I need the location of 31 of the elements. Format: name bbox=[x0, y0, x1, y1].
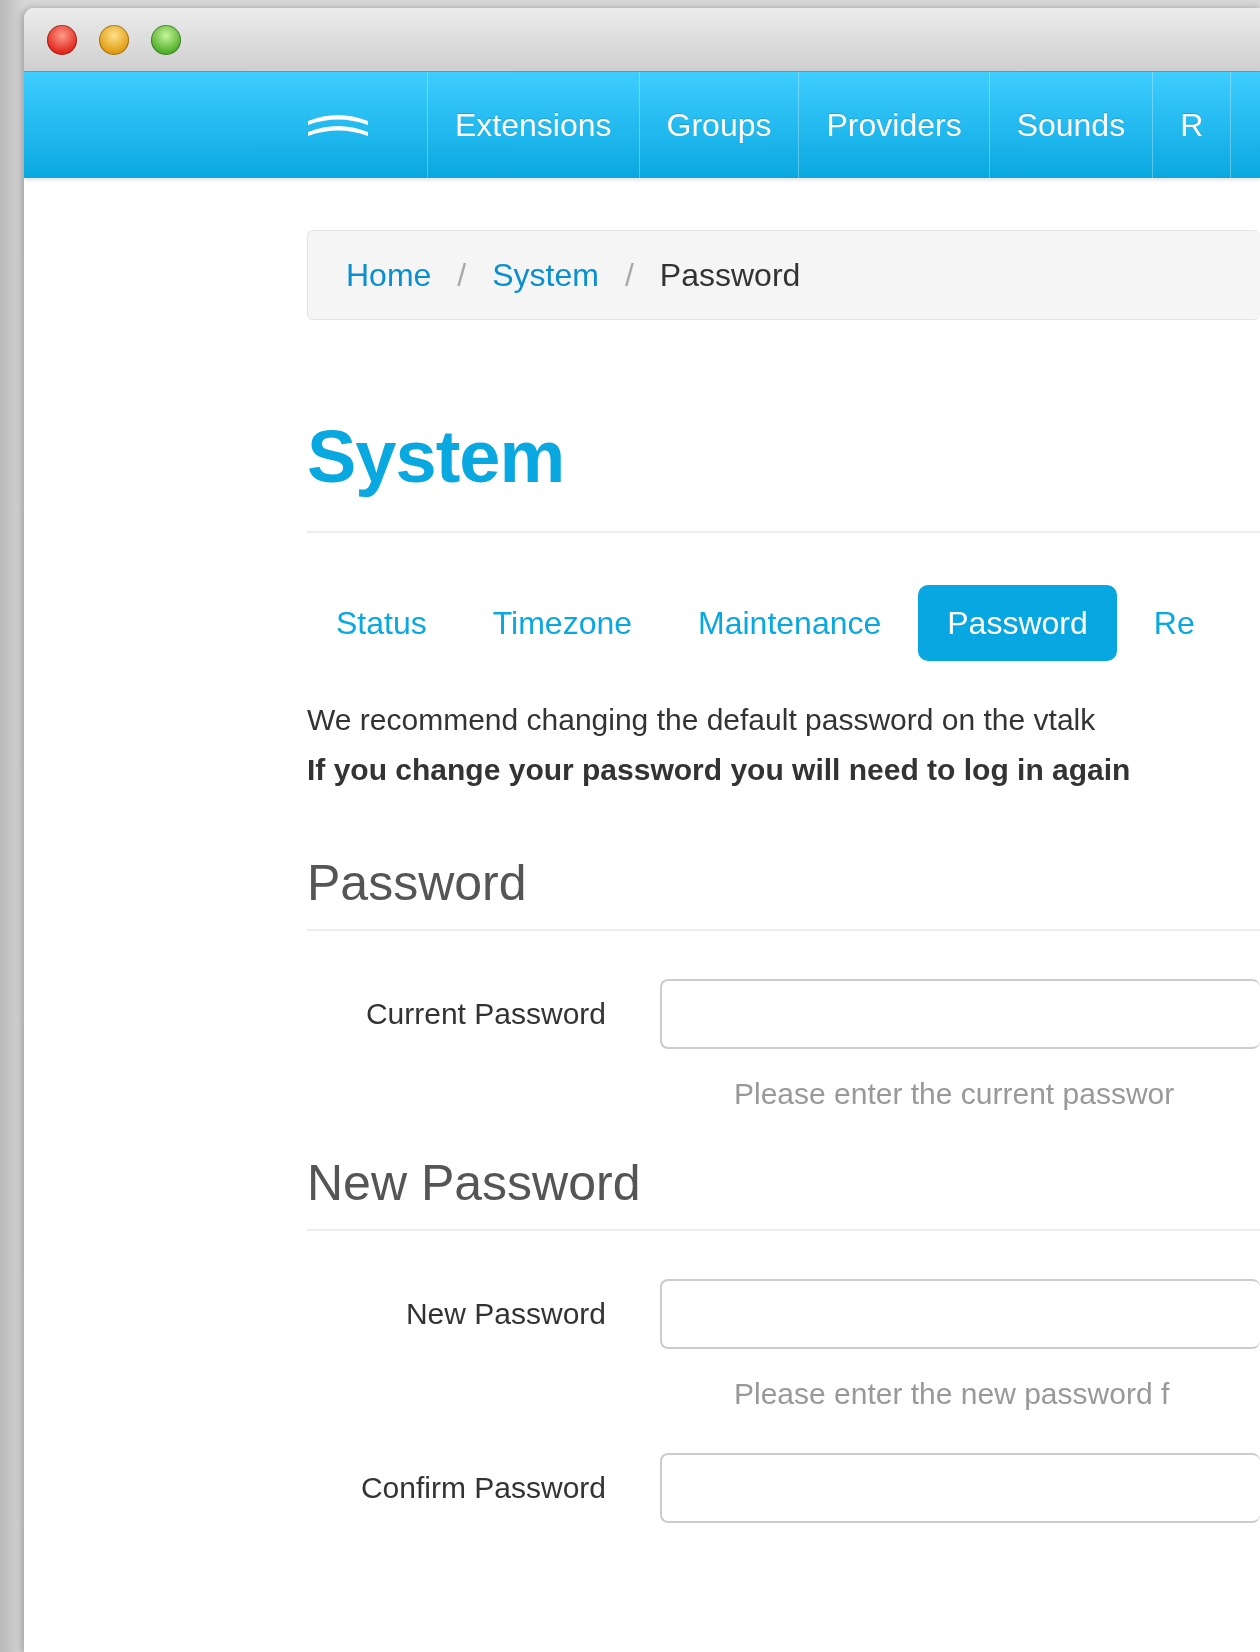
nav-link[interactable]: R bbox=[1153, 72, 1232, 178]
zoom-button[interactable] bbox=[151, 24, 181, 55]
breadcrumb-separator: / bbox=[457, 256, 467, 294]
breadcrumb-link[interactable]: System bbox=[492, 256, 599, 294]
close-button[interactable] bbox=[47, 24, 77, 55]
password-field[interactable] bbox=[660, 1453, 1260, 1524]
intro-text: If you change your password you will need to log in again bbox=[307, 752, 1132, 789]
nav-link[interactable]: Providers bbox=[799, 72, 990, 178]
nav-link[interactable]: Groups bbox=[639, 72, 800, 178]
tab[interactable]: Timezone bbox=[463, 585, 662, 662]
password-field[interactable] bbox=[660, 979, 1260, 1050]
tab[interactable]: Password bbox=[918, 585, 1117, 662]
field-label: Confirm Password bbox=[359, 1471, 606, 1506]
field-label: Current Password bbox=[364, 997, 606, 1032]
breadcrumb-separator: / bbox=[624, 256, 634, 294]
tab[interactable]: Status bbox=[307, 585, 456, 662]
nav-link[interactable]: Extensions bbox=[428, 72, 640, 178]
nav-link[interactable]: Sounds bbox=[989, 72, 1154, 178]
breadcrumb-current: Password bbox=[659, 256, 801, 294]
tab[interactable]: Re bbox=[1124, 585, 1224, 662]
field-label: New Password bbox=[404, 1297, 606, 1332]
page-title: System bbox=[307, 416, 566, 498]
help-text: Please enter the current passwor bbox=[734, 1077, 1175, 1111]
tab[interactable]: Maintenance bbox=[669, 585, 911, 662]
section-heading: New Password bbox=[307, 1154, 642, 1214]
section-heading: Password bbox=[307, 854, 528, 914]
intro-text: We recommend changing the default password on the vtalk bbox=[307, 702, 1097, 739]
breadcrumb-link[interactable]: Home bbox=[346, 256, 432, 294]
help-text: Please enter the new password f bbox=[734, 1377, 1170, 1411]
password-field[interactable] bbox=[660, 1279, 1260, 1350]
minimize-button[interactable] bbox=[99, 24, 129, 55]
